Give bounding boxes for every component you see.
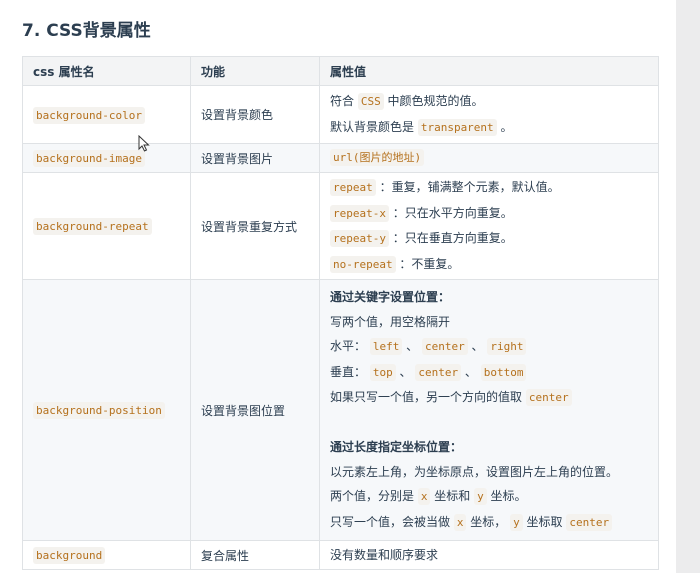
value-line: 两个值，分别是 x 坐标和 y 坐标。 (330, 484, 648, 510)
value-line: 没有数量和顺序要求 (330, 543, 648, 568)
property-name-cell: background (22, 540, 191, 570)
value-code: x (417, 488, 431, 505)
value-line: repeat-y ：只在垂直方向重复。 (330, 226, 648, 252)
mouse-cursor-icon (138, 135, 150, 152)
property-name-code: background-position (33, 402, 165, 419)
value-code: transparent (417, 118, 497, 136)
function-cell: 设置背景重复方式 (190, 172, 320, 280)
value-line: 通过关键字设置位置： (330, 285, 648, 310)
value-code: CSS (357, 93, 384, 110)
css-background-properties-table: css 属性名 功能 属性值 background-color 设置背景颜色 符… (22, 56, 659, 570)
function-cell: 复合属性 (190, 540, 320, 570)
function-cell: 设置背景图片 (190, 143, 320, 173)
property-name-cell: background-image (22, 143, 191, 173)
value-code: center (525, 389, 572, 406)
value-subheading: 通过长度指定坐标位置： (330, 440, 463, 454)
table-header: css 属性名 功能 属性值 (22, 56, 659, 86)
value-text: 中颜色规范的值。 (383, 94, 484, 108)
value-text: 坐标取 (522, 514, 567, 529)
value-spacer (330, 411, 648, 436)
value-code: url(图片的地址) (330, 149, 425, 167)
value-line: 以元素左上角，为坐标原点，设置图片左上角的位置。 (330, 460, 648, 485)
value-line: 如果只写一个值，另一个方向的值取 center (330, 385, 648, 411)
values-cell: 符合 CSS 中颜色规范的值。 默认背景颜色是 transparent 。 (319, 85, 659, 144)
value-subheading: 通过关键字设置位置： (330, 290, 451, 304)
property-name-code: background-image (33, 150, 145, 167)
function-cell: 设置背景图位置 (190, 279, 320, 541)
value-text: ：只在水平方向重复。 (388, 205, 513, 220)
table-row: background-color 设置背景颜色 符合 CSS 中颜色规范的值。默… (22, 85, 659, 144)
property-name-cell: background-repeat (22, 172, 191, 280)
value-code: repeat (330, 179, 376, 196)
header-css-property-name: css 属性名 (22, 56, 191, 86)
property-name-code: background-repeat (33, 218, 152, 235)
table-row: background 复合属性 没有数量和顺序要求 (22, 540, 659, 570)
section-heading: 7. CSS背景属性 (22, 21, 151, 41)
value-line: 默认背景颜色是 transparent 。 (330, 115, 648, 141)
value-text: 如果只写一个值，另一个方向的值取 (330, 390, 526, 404)
value-code: top (369, 363, 396, 381)
value-code: center (566, 513, 613, 531)
value-code: left (369, 338, 403, 355)
value-code: x (453, 513, 467, 531)
value-text: 、 (402, 339, 422, 353)
values-cell: repeat ：重复，铺满整个元素，默认值。 repeat-x ：只在水平方向重复… (319, 172, 659, 280)
value-text: ：不重复。 (395, 256, 460, 271)
value-line: 写两个值，用空格隔开 (330, 310, 648, 335)
table-body: background-color 设置背景颜色 符合 CSS 中颜色规范的值。默… (22, 85, 659, 570)
value-code: y (474, 488, 487, 505)
value-text: 没有数量和顺序要求 (330, 547, 439, 562)
value-code: no-repeat (330, 255, 396, 273)
table-row: background-image 设置背景图片 url(图片的地址) (22, 143, 659, 173)
value-line: 垂直： top 、 center 、 bottom (330, 360, 648, 386)
value-line: 符合 CSS 中颜色规范的值。 (330, 89, 648, 115)
value-code: center (421, 338, 468, 355)
value-code: center (415, 363, 462, 381)
value-text: 。 (496, 119, 513, 134)
value-line: repeat ：重复，铺满整个元素，默认值。 (330, 175, 648, 201)
value-line: 通过长度指定坐标位置： (330, 435, 648, 460)
value-text: 坐标， (466, 514, 511, 529)
header-function: 功能 (190, 56, 320, 86)
value-text: 两个值，分别是 (330, 489, 418, 503)
value-text: ：重复，铺满整个元素，默认值。 (375, 180, 560, 194)
value-code: repeat-y (330, 230, 389, 247)
values-cell: 通过关键字设置位置： 写两个值，用空格隔开水平： left 、 center 、 … (319, 279, 659, 541)
function-cell: 设置背景颜色 (190, 85, 320, 144)
value-code: right (487, 338, 527, 355)
property-name-code: background (33, 547, 106, 564)
value-line: url(图片的地址) (330, 145, 648, 171)
value-line: repeat-x ：只在水平方向重复。 (330, 201, 648, 227)
values-cell: 没有数量和顺序要求 (319, 540, 659, 570)
value-text: 写两个值，用空格隔开 (330, 314, 451, 329)
value-text: 水平： (330, 339, 370, 353)
value-code: y (510, 513, 523, 531)
table-row: background-position 设置背景图位置 通过关键字设置位置： 写两… (22, 279, 659, 541)
value-text: ：只在垂直方向重复。 (388, 231, 513, 245)
value-line: 只写一个值，会被当做 x 坐标， y 坐标取 center (330, 510, 648, 536)
value-text: 、 (467, 339, 488, 353)
value-line: no-repeat ：不重复。 (330, 252, 648, 278)
value-text: 坐标。 (486, 489, 527, 503)
table-header-row: css 属性名 功能 属性值 (22, 56, 659, 86)
value-text: 只写一个值，会被当做 (330, 514, 454, 529)
value-text: 符合 (330, 94, 358, 108)
property-name-cell: background-color (22, 85, 191, 144)
value-text: 、 (461, 364, 481, 379)
value-text: 垂直： (330, 364, 370, 379)
header-property-values: 属性值 (319, 56, 659, 86)
document-page: 7. CSS背景属性 css 属性名 功能 属性值 background-col… (0, 0, 676, 573)
table-row: background-repeat 设置背景重复方式 repeat ：重复，铺满… (22, 172, 659, 280)
value-text: 以元素左上角，为坐标原点，设置图片左上角的位置。 (330, 464, 619, 479)
value-code: bottom (480, 363, 527, 381)
property-name-cell: background-position (22, 279, 191, 541)
values-cell: url(图片的地址) (319, 143, 659, 173)
value-text: 、 (395, 364, 416, 379)
value-text: 默认背景颜色是 (330, 119, 418, 134)
value-text: 坐标和 (430, 489, 475, 503)
property-name-code: background-color (33, 106, 145, 124)
value-code: repeat-x (330, 204, 389, 222)
value-line: 水平： left 、 center 、 right (330, 334, 648, 360)
